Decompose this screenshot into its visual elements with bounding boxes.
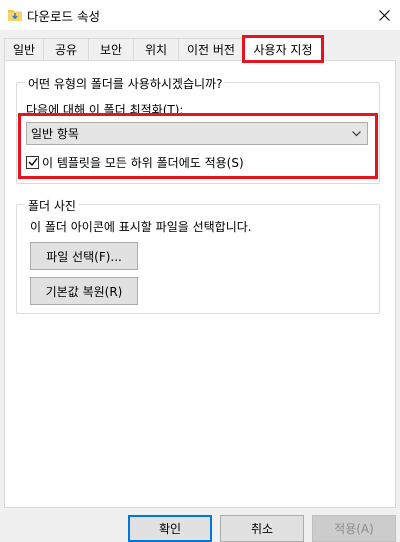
apply-subfolders-checkbox[interactable] <box>26 155 39 169</box>
tab-location[interactable]: 위치 <box>133 38 179 60</box>
close-icon <box>378 9 390 21</box>
choose-file-button[interactable]: 파일 선택(F)... <box>30 242 138 270</box>
tab-strip: 일반 공유 보안 위치 이전 버전 사용자 지정 <box>0 36 400 61</box>
folder-type-group-label: 어떤 유형의 폴더를 사용하시겠습니까? <box>25 75 226 92</box>
apply-subfolders-row[interactable]: 이 템플릿을 모든 하위 폴더에도 적용(S) <box>26 154 244 170</box>
folder-picture-group-label: 폴더 사진 <box>25 197 79 214</box>
title-bar: 다운로드 속성 <box>0 0 400 30</box>
tab-previous-versions[interactable]: 이전 버전 <box>178 38 244 60</box>
chevron-down-icon <box>352 131 361 137</box>
restore-default-button[interactable]: 기본값 복원(R) <box>30 277 138 305</box>
folder-picture-description: 이 폴더 아이콘에 표시할 파일을 선택합니다. <box>30 220 252 234</box>
cancel-button[interactable]: 취소 <box>220 515 304 542</box>
optimize-label: 다음에 대해 이 폴더 최적화(T): <box>26 103 184 117</box>
window-title: 다운로드 속성 <box>27 9 100 24</box>
apply-button[interactable]: 적용(A) <box>312 515 396 542</box>
checkmark-icon <box>28 158 38 167</box>
folder-type-selected-value: 일반 항목 <box>31 127 79 141</box>
ok-button[interactable]: 확인 <box>128 515 212 542</box>
folder-type-select[interactable]: 일반 항목 <box>26 122 368 145</box>
properties-dialog: 다운로드 속성 일반 공유 보안 위치 이전 버전 사용자 지정 어떤 유형의 … <box>0 0 400 542</box>
tab-general[interactable]: 일반 <box>4 38 44 60</box>
tab-sharing[interactable]: 공유 <box>43 38 89 60</box>
close-button[interactable] <box>368 0 400 30</box>
tab-customize[interactable]: 사용자 지정 <box>244 36 322 61</box>
apply-subfolders-label: 이 템플릿을 모든 하위 폴더에도 적용(S) <box>42 155 244 170</box>
folder-download-icon <box>8 10 22 21</box>
tab-security[interactable]: 보안 <box>88 38 134 60</box>
